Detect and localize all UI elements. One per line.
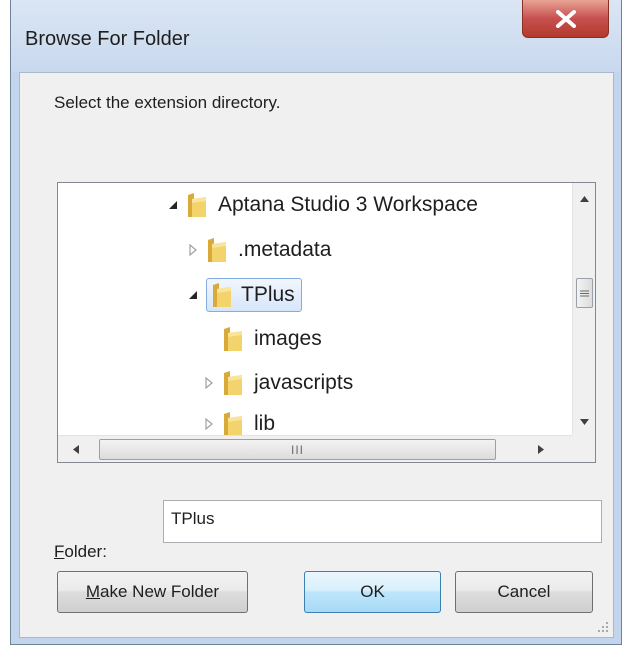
close-button[interactable] bbox=[522, 0, 609, 38]
make-new-folder-label: ake New Folder bbox=[100, 582, 220, 601]
collapse-arrow-icon[interactable] bbox=[186, 288, 200, 302]
tree-item-label: lib bbox=[254, 412, 276, 435]
tree-item-images[interactable]: images bbox=[222, 320, 322, 358]
tree-item-tplus[interactable]: TPlus bbox=[186, 276, 302, 314]
folder-label-rest: older: bbox=[64, 542, 107, 561]
dialog-prompt: Select the extension directory. bbox=[54, 93, 281, 112]
folder-icon bbox=[224, 412, 242, 436]
title-bar[interactable]: Browse For Folder bbox=[11, 0, 621, 72]
tree-item-label: javascripts bbox=[254, 371, 354, 394]
folder-tree[interactable]: Aptana Studio 3 Workspace .metadata TPlu… bbox=[57, 182, 596, 463]
scroll-right-icon[interactable] bbox=[537, 444, 545, 455]
close-icon bbox=[555, 9, 576, 28]
folder-icon bbox=[208, 238, 226, 262]
expand-arrow-icon[interactable] bbox=[202, 376, 216, 390]
scroll-left-icon[interactable] bbox=[72, 444, 80, 455]
scroll-corner bbox=[572, 435, 595, 462]
folder-icon bbox=[224, 327, 242, 351]
dialog-title: Browse For Folder bbox=[25, 28, 190, 50]
browse-folder-dialog: Browse For Folder Select the extension d… bbox=[10, 0, 622, 645]
folder-field-value: TPlus bbox=[171, 509, 215, 528]
vertical-scroll-thumb[interactable] bbox=[576, 278, 593, 308]
tree-item-javascripts[interactable]: javascripts bbox=[202, 364, 353, 402]
ok-label: OK bbox=[360, 582, 385, 601]
horizontal-scrollbar[interactable]: III bbox=[58, 435, 573, 462]
tree-item-label: .metadata bbox=[238, 238, 332, 261]
expand-arrow-icon[interactable] bbox=[186, 243, 200, 257]
ok-button[interactable]: OK bbox=[304, 571, 441, 613]
collapse-arrow-icon[interactable] bbox=[166, 198, 180, 212]
tree-item-label: TPlus bbox=[241, 283, 295, 306]
tree-item-label: Aptana Studio 3 Workspace bbox=[218, 193, 478, 216]
folder-label: Folder: bbox=[54, 542, 107, 562]
folder-icon bbox=[224, 371, 242, 395]
tree-item-metadata[interactable]: .metadata bbox=[186, 231, 331, 269]
folder-label-mnemonic: F bbox=[54, 542, 65, 561]
folder-field[interactable]: TPlus bbox=[163, 500, 602, 543]
selected-item-highlight[interactable]: TPlus bbox=[206, 278, 302, 312]
scroll-grip: III bbox=[290, 442, 304, 457]
make-new-folder-button[interactable]: Make New Folder bbox=[57, 571, 248, 613]
dialog-body: Select the extension directory. Aptana S… bbox=[19, 72, 614, 638]
folder-icon bbox=[213, 283, 231, 307]
cancel-label: Cancel bbox=[497, 582, 551, 601]
horizontal-scroll-thumb[interactable]: III bbox=[99, 439, 496, 460]
scroll-down-icon[interactable] bbox=[579, 418, 590, 426]
vertical-scrollbar[interactable] bbox=[572, 183, 595, 436]
cancel-button[interactable]: Cancel bbox=[455, 571, 593, 613]
expand-arrow-icon[interactable] bbox=[202, 417, 216, 431]
resize-grip-icon[interactable] bbox=[597, 621, 609, 633]
make-new-folder-mnemonic: M bbox=[85, 582, 101, 601]
folder-icon bbox=[188, 193, 206, 217]
tree-item-workspace[interactable]: Aptana Studio 3 Workspace bbox=[166, 186, 478, 224]
tree-item-label: images bbox=[254, 327, 322, 350]
scroll-up-icon[interactable] bbox=[579, 195, 590, 203]
